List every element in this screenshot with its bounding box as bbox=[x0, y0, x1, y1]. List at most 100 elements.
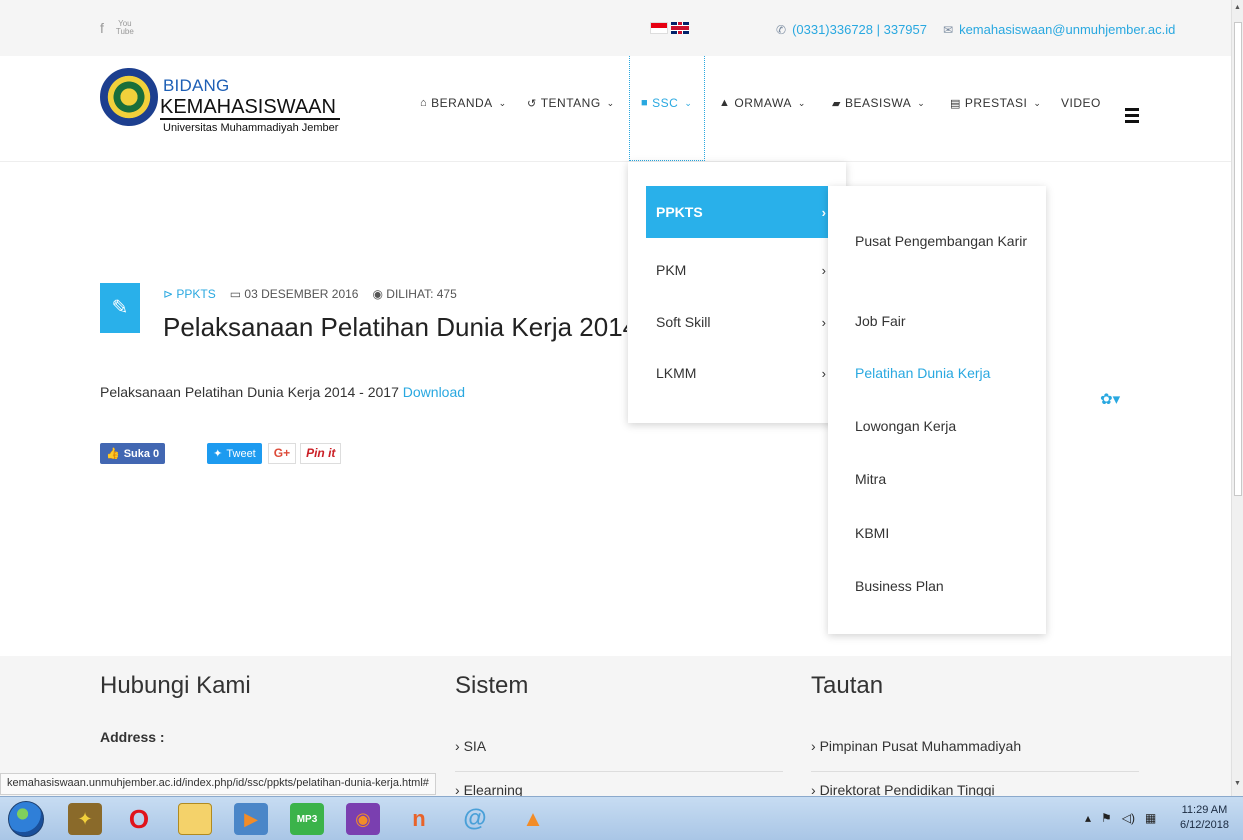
article-meta: ⊳ PPKTS ▭ 03 DESEMBER 2016 ◉ DILIHAT: 47… bbox=[163, 287, 457, 301]
footer-links-title: Tautan bbox=[811, 672, 884, 699]
vertical-scrollbar[interactable]: ▲ ▼ bbox=[1231, 0, 1243, 796]
scroll-down-arrow-icon[interactable]: ▼ bbox=[1234, 780, 1241, 787]
app-icon[interactable]: ✦ bbox=[68, 803, 102, 835]
brand-line-2[interactable]: KEMAHASISWAAN bbox=[160, 96, 340, 120]
gear-icon[interactable]: ✿▾ bbox=[1100, 390, 1120, 408]
footer-divider bbox=[455, 771, 783, 772]
nav-ormawa[interactable]: ▲ ORMAWA ⌄ bbox=[719, 96, 806, 110]
flag-icon[interactable]: ⚑ bbox=[1101, 811, 1112, 825]
phone-number: (0331)336728 | 337957 bbox=[792, 22, 928, 37]
show-hidden-icons-icon[interactable]: ▴ bbox=[1085, 811, 1091, 825]
trophy-icon: ▤ bbox=[950, 97, 961, 110]
scroll-thumb[interactable] bbox=[1234, 22, 1242, 496]
nav-beranda-label: BERANDA bbox=[431, 96, 493, 110]
share-buttons: 👍 Suka 0 ✦ Tweet G+ Pin it bbox=[100, 443, 342, 464]
submenu-item-business-plan[interactable]: Business Plan bbox=[855, 573, 1035, 599]
article-description: Pelaksanaan Pelatihan Dunia Kerja 2014 -… bbox=[100, 384, 465, 400]
dropdown-item-pkm[interactable]: PKM › bbox=[646, 244, 846, 296]
envelope-icon: ✉ bbox=[943, 22, 954, 37]
submenu-item-pelatihan-dunia-kerja[interactable]: Pelatihan Dunia Kerja bbox=[855, 360, 1035, 386]
mp3-converter-icon[interactable]: MP3 bbox=[290, 803, 324, 835]
scroll-up-arrow-icon[interactable]: ▲ bbox=[1234, 4, 1241, 11]
opera-icon[interactable]: O bbox=[122, 803, 156, 835]
dropdown-item-ppkts[interactable]: PPKTS › bbox=[646, 186, 846, 238]
chevron-down-icon: ⌄ bbox=[917, 97, 926, 108]
submenu-item-mitra[interactable]: Mitra bbox=[855, 466, 1035, 492]
pin-icon: ✎ bbox=[100, 283, 140, 333]
chevron-down-icon: ⌄ bbox=[684, 97, 693, 108]
home-icon: ⌂ bbox=[420, 97, 428, 109]
twitter-icon: ✦ bbox=[213, 448, 223, 460]
youtube-icon[interactable]: You Tube bbox=[116, 20, 134, 36]
download-link[interactable]: Download bbox=[403, 384, 465, 400]
nav-video[interactable]: VIDEO bbox=[1061, 96, 1101, 110]
nav-prestasi[interactable]: ▤ PRESTASI ⌄ bbox=[950, 96, 1041, 110]
site-header: BIDANG KEMAHASISWAAN Universitas Muhamma… bbox=[0, 56, 1231, 162]
nav-beasiswa-label: BEASISWA bbox=[844, 96, 912, 110]
university-logo[interactable] bbox=[100, 68, 158, 126]
volume-icon[interactable]: ◁) bbox=[1122, 811, 1135, 825]
browser-icon[interactable]: @ bbox=[458, 803, 492, 835]
graduation-cap-icon: ▲ bbox=[719, 97, 731, 109]
nav-tentang[interactable]: ↺ TENTANG ⌄ bbox=[527, 96, 615, 110]
chevron-right-icon: › bbox=[821, 314, 826, 330]
top-bar: f You Tube ✆ (0331)336728 | 337957 ✉ kema… bbox=[0, 0, 1231, 56]
network-icon[interactable]: ▦ bbox=[1145, 811, 1156, 825]
submenu-item-kbmi[interactable]: KBMI bbox=[855, 520, 1035, 546]
file-explorer-icon[interactable] bbox=[178, 803, 212, 835]
chevron-down-icon: ⌄ bbox=[498, 97, 507, 108]
footer-link-pp-muhammadiyah[interactable]: › Pimpinan Pusat Muhammadiyah bbox=[811, 738, 1021, 754]
facebook-like-button[interactable]: 👍 Suka 0 bbox=[100, 443, 166, 464]
indonesia-flag-icon[interactable] bbox=[650, 22, 668, 34]
article-date: ▭ 03 DESEMBER 2016 bbox=[229, 287, 359, 301]
nav-beranda[interactable]: ⌂ BERANDA ⌄ bbox=[420, 96, 507, 110]
pinterest-button[interactable]: Pin it bbox=[300, 443, 342, 464]
chevron-down-icon: ⌄ bbox=[797, 97, 806, 108]
facebook-icon[interactable]: f bbox=[100, 20, 104, 36]
history-icon: ↺ bbox=[527, 97, 537, 110]
dropdown-item-lkmm[interactable]: LKMM › bbox=[646, 347, 846, 399]
nav-ormawa-label: ORMAWA bbox=[734, 96, 792, 110]
firefox-icon[interactable]: ◉ bbox=[346, 803, 380, 835]
menu-hamburger-icon[interactable] bbox=[1125, 108, 1139, 126]
system-clock[interactable]: 11:29 AM 6/12/2018 bbox=[1180, 803, 1229, 833]
vlc-icon[interactable]: ▲ bbox=[516, 803, 550, 835]
chevron-down-icon: ⌄ bbox=[1033, 97, 1042, 108]
nav-beasiswa[interactable]: ▰ BEASISWA ⌄ bbox=[832, 96, 925, 110]
dropdown-item-soft-skill[interactable]: Soft Skill › bbox=[646, 296, 846, 348]
google-plus-button[interactable]: G+ bbox=[267, 443, 297, 464]
browser-status-bar: kemahasiswaan.unmuhjember.ac.id/index.ph… bbox=[0, 773, 436, 795]
thumbs-up-icon: 👍 bbox=[106, 448, 120, 460]
uk-flag-icon[interactable] bbox=[671, 22, 689, 34]
submenu-item-pusat-pengembangan-karir[interactable]: Pusat Pengembangan Karir bbox=[855, 228, 1035, 254]
footer-system-title: Sistem bbox=[455, 672, 529, 699]
article-views: ◉ DILIHAT: 475 bbox=[372, 287, 457, 301]
brand-line-1[interactable]: BIDANG bbox=[163, 76, 229, 96]
system-tray: ▴ ⚑ ◁) ▦ bbox=[1085, 811, 1156, 825]
chevron-right-icon: › bbox=[821, 262, 826, 278]
footer-link-sia[interactable]: › SIA bbox=[455, 738, 486, 754]
nav-ssc[interactable]: ■ SSC ⌄ bbox=[641, 96, 692, 110]
nav-prestasi-label: PRESTASI bbox=[964, 96, 1028, 110]
submenu-item-job-fair[interactable]: Job Fair bbox=[855, 308, 1035, 334]
folder-icon: ■ bbox=[641, 97, 649, 109]
article-title: Pelaksanaan Pelatihan Dunia Kerja 2014 -… bbox=[163, 312, 627, 342]
footer-address-label: Address : bbox=[100, 729, 165, 745]
tweet-button[interactable]: ✦ Tweet bbox=[207, 443, 262, 464]
nav-ssc-label: SSC bbox=[652, 96, 679, 110]
footer-contact-title: Hubungi Kami bbox=[100, 672, 251, 699]
article-description-text: Pelaksanaan Pelatihan Dunia Kerja 2014 -… bbox=[100, 384, 399, 400]
start-button[interactable] bbox=[8, 801, 44, 837]
media-player-icon[interactable]: ▶ bbox=[234, 803, 268, 835]
brand-line-3[interactable]: Universitas Muhammadiyah Jember bbox=[163, 122, 338, 134]
phone-icon: ✆ bbox=[776, 22, 787, 37]
category-link[interactable]: ⊳ PPKTS bbox=[163, 287, 216, 301]
submenu-item-lowongan-kerja[interactable]: Lowongan Kerja bbox=[855, 413, 1035, 439]
nav-tentang-label: TENTANG bbox=[540, 96, 601, 110]
ppkts-submenu: Pusat Pengembangan Karir Job Fair Pelati… bbox=[828, 186, 1046, 634]
ssc-dropdown-menu: PPKTS › PKM › Soft Skill › LKMM › bbox=[628, 162, 846, 423]
footer-divider bbox=[811, 771, 1139, 772]
app-n-icon[interactable]: n bbox=[402, 803, 436, 835]
chevron-right-icon: › bbox=[821, 365, 826, 381]
email-link[interactable]: kemahasiswaan@unmuhjember.ac.id bbox=[959, 22, 1175, 37]
